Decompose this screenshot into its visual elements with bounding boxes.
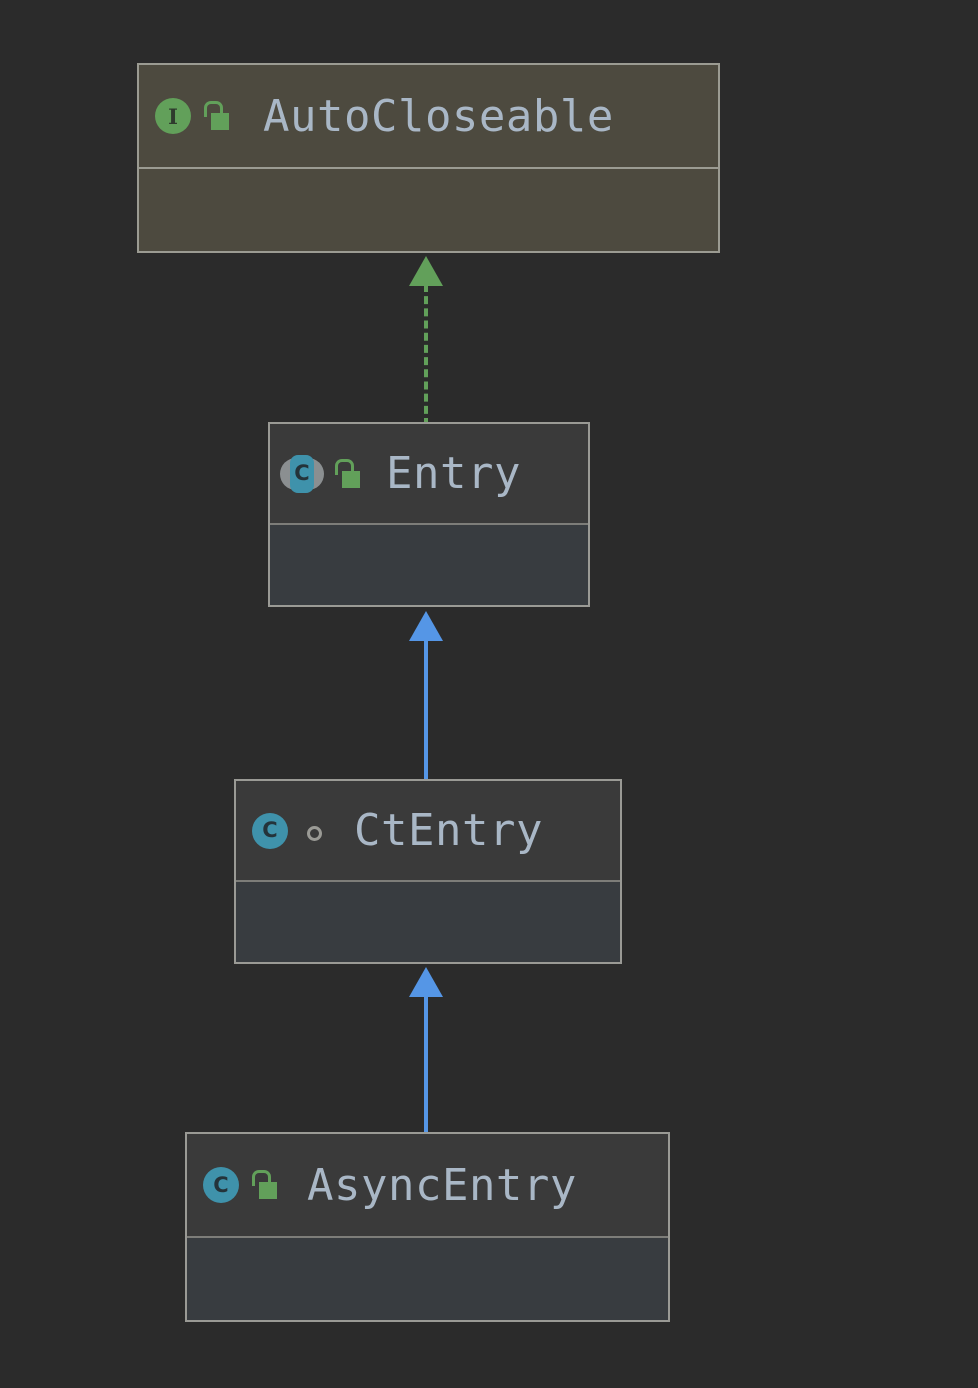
node-title-ctentry: CtEntry [354,805,543,857]
uml-node-autocloseable[interactable]: I AutoCloseable [137,63,720,253]
connector-ctentry-extends-entry[interactable] [409,611,443,783]
generalization-line [424,995,428,1137]
uml-node-entry[interactable]: C Entry [268,422,590,607]
class-icon: C [252,812,288,849]
padlock-open-icon [334,458,360,489]
node-body-entry [270,525,588,605]
generalization-arrowhead-icon [409,611,443,641]
uml-node-asyncentry[interactable]: C AsyncEntry [185,1132,670,1322]
node-header-ctentry: C CtEntry [236,781,620,883]
abstract-class-icon: C [280,454,324,493]
generalization-line [424,639,428,783]
connector-asyncentry-extends-ctentry[interactable] [409,967,443,1137]
padlock-open-icon [203,101,229,131]
realization-arrowhead-icon [409,256,443,286]
node-title-autocloseable: AutoCloseable [263,90,614,142]
node-header-asyncentry: C AsyncEntry [187,1134,668,1239]
node-title-entry: Entry [386,448,521,500]
padlock-open-icon [251,1170,277,1200]
abstract-class-icon-letter: C [290,454,314,493]
node-title-asyncentry: AsyncEntry [307,1159,577,1211]
node-body-ctentry [236,882,620,962]
node-body-autocloseable [139,169,718,251]
node-header-entry: C Entry [270,424,588,526]
connector-entry-implements-autocloseable[interactable] [409,256,443,426]
uml-node-ctentry[interactable]: C CtEntry [234,779,622,964]
class-icon: C [203,1167,239,1204]
realization-line [424,284,428,426]
node-header-autocloseable: I AutoCloseable [139,65,718,170]
generalization-arrowhead-icon [409,967,443,997]
package-private-icon [302,816,328,846]
node-body-asyncentry [187,1238,668,1320]
uml-class-diagram-canvas: I AutoCloseable C Entry C CtEntry C Asyn… [0,0,978,1388]
interface-icon: I [155,98,191,135]
